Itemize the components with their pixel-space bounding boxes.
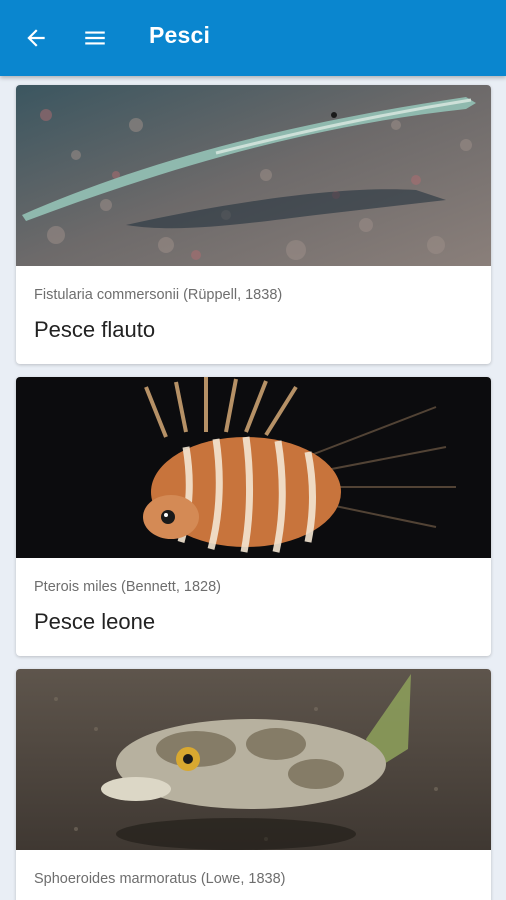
back-button[interactable] <box>18 20 54 56</box>
common-name: Pesce flauto <box>34 317 156 342</box>
fish-photo <box>16 669 491 850</box>
fish-photo <box>16 85 491 266</box>
fish-card[interactable]: Pterois miles (Bennett, 1828) Pesce leon… <box>16 377 491 656</box>
page-title: Pesci <box>149 22 211 48</box>
hamburger-menu-icon <box>85 31 105 45</box>
fish-photo <box>16 377 491 558</box>
fish-list[interactable]: Fistularia commersonii (Rüppell, 1838) P… <box>0 76 506 900</box>
menu-button[interactable] <box>77 20 113 56</box>
fish-card[interactable]: Sphoeroides marmoratus (Lowe, 1838) <box>16 669 491 900</box>
arrow-back-icon <box>27 29 45 47</box>
fish-card[interactable]: Fistularia commersonii (Rüppell, 1838) P… <box>16 85 491 364</box>
common-name: Pesce leone <box>34 609 156 634</box>
scientific-name: Fistularia commersonii (Rüppell, 1838) <box>34 287 283 303</box>
scientific-name: Sphoeroides marmoratus (Lowe, 1838) <box>34 871 286 887</box>
app-bar: Pesci <box>0 0 506 76</box>
scientific-name: Pterois miles (Bennett, 1828) <box>34 579 221 595</box>
